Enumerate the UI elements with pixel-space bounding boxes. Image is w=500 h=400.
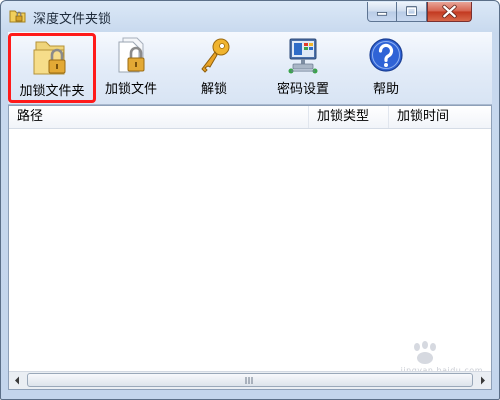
help-button[interactable]: 帮助 [358,34,414,100]
baidu-watermark: jingyan.baidu.com [373,341,483,375]
lock-file-button[interactable]: 加锁文件 [100,34,162,100]
lock-folder-label: 加锁文件夹 [19,84,85,99]
file-lock-icon [118,37,145,73]
list-header: 路径 加锁类型 加锁时间 [9,106,491,129]
locked-items-list[interactable]: 路径 加锁类型 加锁时间 jingyan.baidu.com [8,105,492,390]
close-icon [442,4,457,19]
maximize-icon [406,6,417,16]
scroll-right-button[interactable] [474,372,491,389]
scroll-left-button[interactable] [9,372,26,389]
computer-settings-icon [288,38,318,74]
grip-icon [245,377,253,384]
password-settings-label: 密码设置 [276,82,329,97]
paw-logo-icon [414,341,436,364]
column-header-lock-time[interactable]: 加锁时间 [389,106,493,128]
window-title: 深度文件夹锁 [33,12,112,27]
toolbar: 加锁文件夹 加锁文件 解锁 密码设置 帮助 [8,32,492,105]
close-button[interactable] [427,2,472,22]
column-header-path[interactable]: 路径 [9,106,309,128]
key-icon [201,38,230,73]
column-header-lock-type[interactable]: 加锁类型 [309,106,389,128]
title-bar[interactable]: 深度文件夹锁 [1,1,499,31]
arrow-right-icon [481,376,485,385]
minimize-icon [376,12,388,16]
password-settings-button[interactable]: 密码设置 [270,34,336,100]
app-window: 深度文件夹锁 加锁文件夹 加锁文件 解锁 密码设置 帮助 路径 加锁类型 加锁时… [0,0,500,400]
unlock-label: 解锁 [200,82,227,97]
scroll-thumb[interactable] [27,373,473,387]
arrow-left-icon [15,376,19,385]
minimize-button[interactable] [367,2,397,22]
unlock-button[interactable]: 解锁 [188,34,240,100]
lock-folder-button[interactable]: 加锁文件夹 [8,33,96,103]
maximize-button[interactable] [397,2,427,22]
lock-file-label: 加锁文件 [104,82,157,97]
horizontal-scrollbar[interactable] [9,371,491,389]
help-icon [369,38,403,72]
folder-lock-icon [33,41,66,75]
help-label: 帮助 [372,82,399,97]
app-lock-icon [9,10,26,23]
